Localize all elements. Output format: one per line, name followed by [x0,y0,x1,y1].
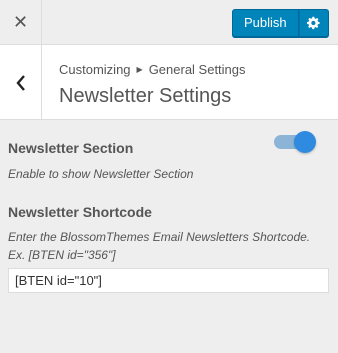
publish-actions: Publish [232,9,329,37]
newsletter-shortcode-input[interactable] [8,268,329,293]
publish-button[interactable]: Publish [232,9,299,37]
chevron-left-icon [15,74,25,91]
breadcrumb: Customizing ▶ General Settings [59,62,246,77]
customizer-top-bar: ✕ Publish [0,0,338,45]
section-title: Newsletter Settings [59,85,232,107]
breadcrumb-general-settings: General Settings [148,62,246,77]
section-header: Customizing ▶ General Settings Newslette… [0,45,338,120]
newsletter-shortcode-control: Newsletter Shortcode Enter the BlossomTh… [8,204,330,264]
toggle-knob [294,131,316,153]
close-button[interactable]: ✕ [0,0,42,45]
back-button[interactable] [0,45,42,120]
newsletter-section-toggle[interactable] [274,131,316,153]
newsletter-section-description: Enable to show Newsletter Section [8,167,194,181]
breadcrumb-separator-icon: ▶ [136,65,143,74]
newsletter-shortcode-description-line1: Enter the BlossomThemes Email Newsletter… [8,230,311,244]
close-icon: ✕ [12,12,29,32]
newsletter-shortcode-description-line2: Ex. [BTEN id="356"] [8,248,116,262]
breadcrumb-customizing: Customizing [59,62,131,77]
gear-icon [306,16,320,30]
newsletter-shortcode-title: Newsletter Shortcode [8,204,152,220]
publish-settings-button[interactable] [298,9,329,37]
